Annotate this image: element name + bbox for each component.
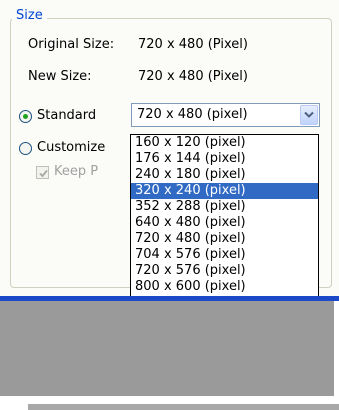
- customize-radio-label[interactable]: Customize: [37, 140, 105, 156]
- standard-radio-label[interactable]: Standard: [37, 108, 96, 124]
- bottom-left-gap: [0, 396, 28, 410]
- original-size-value: 720 x 480 (Pixel): [138, 37, 248, 52]
- dropdown-option[interactable]: 720 x 576 (pixel): [131, 263, 318, 279]
- dropdown-option[interactable]: 160 x 120 (pixel): [131, 135, 318, 151]
- bottom-strip: [28, 404, 339, 410]
- size-combobox[interactable]: 720 x 480 (pixel): [131, 103, 320, 127]
- dropdown-option[interactable]: 720 x 480 (pixel): [131, 231, 318, 247]
- customize-radio[interactable]: [19, 142, 32, 155]
- checkmark-icon: [39, 169, 48, 178]
- dropdown-option[interactable]: 176 x 144 (pixel): [131, 151, 318, 167]
- new-size-label: New Size:: [28, 69, 92, 84]
- dropdown-option[interactable]: 800 x 600 (pixel): [131, 279, 318, 295]
- dropdown-option[interactable]: 240 x 180 (pixel): [131, 167, 318, 183]
- size-dialog: Size Original Size: 720 x 480 (Pixel) Ne…: [0, 0, 339, 410]
- background-area: [0, 301, 339, 410]
- combobox-dropdown-button[interactable]: [300, 105, 318, 125]
- size-combobox-value: 720 x 480 (pixel): [137, 107, 248, 122]
- chevron-down-icon: [304, 111, 314, 118]
- original-size-label: Original Size:: [28, 37, 115, 52]
- right-edge: [334, 301, 339, 396]
- standard-radio[interactable]: [19, 110, 32, 123]
- radio-selected-dot: [23, 114, 28, 119]
- keep-proportion-checkbox[interactable]: [36, 166, 49, 179]
- bottom-gap: [28, 396, 339, 404]
- size-group-legend: Size: [12, 8, 47, 24]
- dropdown-option[interactable]: 352 x 288 (pixel): [131, 199, 318, 215]
- new-size-value: 720 x 480 (Pixel): [138, 69, 248, 84]
- dropdown-option[interactable]: 640 x 480 (pixel): [131, 215, 318, 231]
- dropdown-option[interactable]: 704 x 576 (pixel): [131, 247, 318, 263]
- dropdown-option[interactable]: 320 x 240 (pixel): [131, 183, 318, 199]
- keep-proportion-label[interactable]: Keep P: [54, 164, 98, 180]
